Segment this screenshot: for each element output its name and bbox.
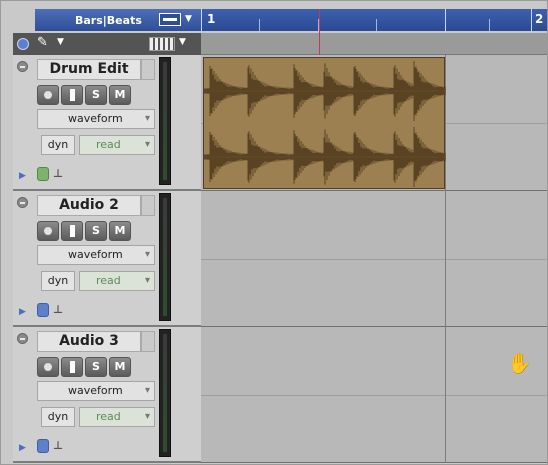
dyn-button[interactable]: dyn bbox=[41, 271, 75, 291]
automation-mode-selector[interactable]: read bbox=[79, 135, 155, 155]
ruler-toggle-icon[interactable] bbox=[159, 13, 181, 26]
record-button[interactable] bbox=[37, 85, 59, 105]
dyn-button[interactable]: dyn bbox=[41, 407, 75, 427]
record-button[interactable] bbox=[37, 221, 59, 241]
expand-arrow-icon[interactable]: ▶ bbox=[19, 171, 26, 181]
ruler-label-text: Bars|Beats bbox=[75, 13, 142, 27]
ruler-label[interactable]: Bars|Beats ▼ bbox=[35, 9, 201, 31]
input-icon[interactable] bbox=[37, 167, 49, 181]
lane-grid-line bbox=[201, 395, 547, 396]
grabber-hand-cursor-icon: ✋ bbox=[507, 351, 532, 375]
output-icon[interactable]: ⊥ bbox=[53, 167, 63, 180]
solo-button[interactable]: S bbox=[85, 221, 107, 241]
dyn-button[interactable]: dyn bbox=[41, 135, 75, 155]
level-meter bbox=[159, 329, 171, 457]
track-name-menu[interactable] bbox=[141, 195, 155, 216]
input-icon[interactable] bbox=[37, 439, 49, 453]
record-button[interactable] bbox=[37, 357, 59, 377]
solo-button[interactable]: S bbox=[85, 357, 107, 377]
track-width-icon[interactable] bbox=[149, 37, 175, 51]
track-view-selector[interactable]: waveform bbox=[37, 109, 155, 129]
input-monitor-button[interactable] bbox=[61, 85, 83, 105]
mute-button[interactable]: M bbox=[109, 85, 131, 105]
bar-marker-2: 2 bbox=[535, 12, 544, 26]
bar-marker-1: 1 bbox=[207, 12, 216, 26]
ruler-tick bbox=[376, 19, 377, 31]
edit-window: Bars|Beats ▼ 1 2 ✎ ▼ ▼ Drum Edit S M wav… bbox=[0, 0, 548, 465]
level-meter bbox=[159, 193, 171, 321]
track-audio-2: Audio 2 S M waveform dyn read ▶ ⊥ bbox=[13, 191, 201, 327]
ruler-bar-line bbox=[531, 9, 532, 31]
playhead-marker bbox=[319, 9, 320, 55]
ruler-tick bbox=[489, 19, 490, 31]
track-collapse-icon[interactable] bbox=[17, 333, 28, 344]
track-collapse-icon[interactable] bbox=[17, 61, 28, 72]
ruler-bar-line bbox=[201, 9, 202, 31]
lane-grid-line bbox=[201, 259, 547, 260]
solo-button[interactable]: S bbox=[85, 85, 107, 105]
input-monitor-button[interactable] bbox=[61, 357, 83, 377]
timeline-strip[interactable] bbox=[201, 33, 547, 55]
ruler-menu-caret-icon[interactable]: ▼ bbox=[185, 14, 192, 24]
pencil-icon[interactable]: ✎ bbox=[37, 35, 48, 50]
track-name-menu[interactable] bbox=[141, 59, 155, 80]
output-icon[interactable]: ⊥ bbox=[53, 303, 63, 316]
input-monitor-button[interactable] bbox=[61, 221, 83, 241]
timeline-ruler[interactable]: 1 2 bbox=[201, 9, 547, 31]
track-audio-3: Audio 3 S M waveform dyn read ▶ ⊥ bbox=[13, 327, 201, 463]
ruler-selection-marker[interactable] bbox=[445, 9, 446, 31]
audio-clip-drum-edit[interactable] bbox=[203, 57, 446, 189]
automation-mode-selector[interactable]: read bbox=[79, 271, 155, 291]
ruler-tick bbox=[259, 19, 260, 31]
mute-button[interactable]: M bbox=[109, 221, 131, 241]
track-view-selector[interactable]: waveform bbox=[37, 381, 155, 401]
track-name[interactable]: Audio 3 bbox=[37, 331, 141, 352]
track-name[interactable]: Audio 2 bbox=[37, 195, 141, 216]
tool-menu-caret-icon[interactable]: ▼ bbox=[57, 37, 64, 47]
track-list-header: ✎ ▼ ▼ bbox=[13, 33, 201, 55]
edit-area[interactable]: ✋ bbox=[201, 55, 547, 463]
expand-arrow-icon[interactable]: ▶ bbox=[19, 307, 26, 317]
expand-arrow-icon[interactable]: ▶ bbox=[19, 443, 26, 453]
track-drum-edit: Drum Edit S M waveform dyn read ▶ ⊥ bbox=[13, 55, 201, 191]
level-meter bbox=[159, 57, 171, 185]
track-name[interactable]: Drum Edit bbox=[37, 59, 141, 80]
waveform bbox=[204, 61, 446, 187]
mute-button[interactable]: M bbox=[109, 357, 131, 377]
track-name-menu[interactable] bbox=[141, 331, 155, 352]
input-icon[interactable] bbox=[37, 303, 49, 317]
automation-mode-selector[interactable]: read bbox=[79, 407, 155, 427]
output-icon[interactable]: ⊥ bbox=[53, 439, 63, 452]
track-view-selector[interactable]: waveform bbox=[37, 245, 155, 265]
track-collapse-icon[interactable] bbox=[17, 197, 28, 208]
timebase-icon[interactable] bbox=[17, 38, 29, 50]
track-width-caret-icon[interactable]: ▼ bbox=[179, 37, 186, 47]
